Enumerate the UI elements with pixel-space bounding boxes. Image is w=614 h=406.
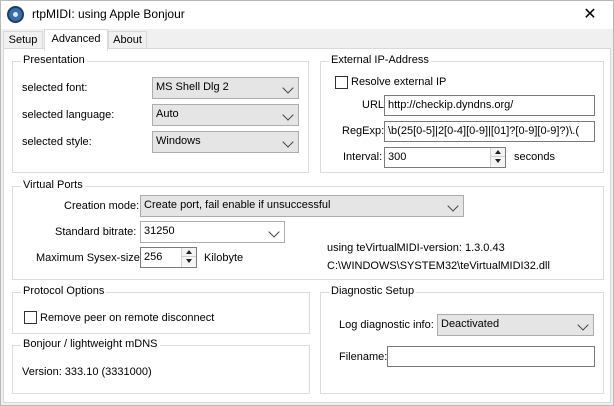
external-ip-group-title: External IP-Address: [329, 54, 431, 66]
external-ip-group: External IP-Address Resolve external IP …: [320, 54, 604, 173]
close-button[interactable]: ✕: [567, 1, 613, 29]
spin-up-icon[interactable]: [182, 248, 196, 257]
interval-unit: seconds: [514, 151, 555, 163]
app-window: rtpMIDI: using Apple Bonjour ✕ Setup Adv…: [0, 0, 614, 406]
bonjour-group-title: Bonjour / lightweight mDNS: [21, 338, 160, 350]
regexp-label: RegExp:: [342, 125, 385, 137]
style-select-value: Windows: [156, 135, 201, 147]
regexp-input-value: \b(25[0-5]|2[0-4][0-9]|[01]?[0-9][0-9]?)…: [388, 125, 579, 137]
remove-peer-checkbox[interactable]: [24, 311, 37, 324]
creation-mode-label: Creation mode:: [64, 200, 140, 212]
window-title: rtpMIDI: using Apple Bonjour: [32, 7, 185, 21]
virtualmidi-dll-path: C:\WINDOWS\SYSTEM32\teVirtualMIDI32.dll: [327, 260, 550, 272]
sysex-spin-buttons: [181, 248, 196, 267]
font-select-value: MS Shell Dlg 2: [156, 81, 229, 93]
remove-peer-label: Remove peer on remote disconnect: [40, 312, 215, 324]
interval-value: 300: [388, 151, 407, 163]
creation-mode-value: Create port, fail enable if unsuccessful: [144, 199, 331, 211]
interval-label: Interval:: [343, 151, 383, 163]
url-input-value: http://checkip.dyndns.org/: [388, 99, 514, 111]
chevron-down-icon: [282, 82, 294, 94]
standard-bitrate-select[interactable]: 31250: [140, 221, 285, 243]
standard-bitrate-value: 31250: [144, 225, 175, 237]
chevron-down-icon: [268, 226, 280, 238]
resolve-external-ip-label: Resolve external IP: [351, 76, 447, 88]
max-sysex-size-unit: Kilobyte: [204, 252, 244, 264]
virtual-ports-group: Virtual Ports Creation mode: Create port…: [12, 179, 604, 280]
diagnostic-setup-group: Diagnostic Setup Log diagnostic info: De…: [320, 285, 604, 394]
protocol-options-group-title: Protocol Options: [21, 285, 107, 297]
spin-down-icon[interactable]: [182, 257, 196, 266]
creation-mode-select[interactable]: Create port, fail enable if unsuccessful: [140, 195, 464, 217]
style-select[interactable]: Windows: [152, 131, 299, 153]
filename-input[interactable]: [387, 346, 595, 367]
interval-spin-buttons: [490, 148, 505, 167]
log-diagnostic-label: Log diagnostic info:: [339, 319, 434, 331]
chevron-down-icon: [447, 200, 459, 212]
resolve-external-ip-checkbox[interactable]: [335, 76, 348, 89]
diagnostic-setup-group-title: Diagnostic Setup: [329, 285, 417, 297]
interval-spinbox[interactable]: 300: [384, 147, 506, 168]
presentation-group: Presentation selected font: MS Shell Dlg…: [12, 54, 309, 173]
chevron-down-icon: [282, 109, 294, 121]
filename-label: Filename:: [339, 351, 388, 363]
language-select[interactable]: Auto: [152, 104, 299, 126]
spin-up-icon[interactable]: [491, 148, 505, 157]
rtpmidi-app-icon: [7, 6, 24, 23]
language-label: selected language:: [22, 109, 115, 121]
tab-advanced[interactable]: Advanced: [44, 29, 108, 51]
advanced-tab-panel: Presentation selected font: MS Shell Dlg…: [3, 48, 611, 403]
bonjour-group: Bonjour / lightweight mDNS Version: 333.…: [12, 338, 310, 394]
chevron-down-icon: [577, 319, 589, 331]
log-diagnostic-value: Deactivated: [441, 318, 500, 330]
spin-down-icon[interactable]: [491, 157, 505, 166]
bonjour-version-text: Version: 333.10 (3331000): [22, 366, 152, 378]
log-diagnostic-select[interactable]: Deactivated: [437, 314, 594, 336]
language-select-value: Auto: [156, 108, 179, 120]
virtual-ports-group-title: Virtual Ports: [21, 179, 85, 191]
url-input[interactable]: http://checkip.dyndns.org/: [384, 95, 595, 116]
title-bar: rtpMIDI: using Apple Bonjour ✕: [1, 1, 613, 29]
max-sysex-size-label: Maximum Sysex-size:: [36, 252, 143, 264]
style-label: selected style:: [22, 136, 92, 148]
standard-bitrate-label: Standard bitrate:: [55, 226, 137, 238]
virtualmidi-version-text: using teVirtualMIDI-version: 1.3.0.43: [327, 242, 505, 254]
protocol-options-group: Protocol Options Remove peer on remote d…: [12, 285, 310, 334]
max-sysex-size-value: 256: [144, 251, 163, 263]
presentation-group-title: Presentation: [21, 54, 87, 66]
font-label: selected font:: [22, 82, 88, 94]
chevron-down-icon: [282, 136, 294, 148]
font-select[interactable]: MS Shell Dlg 2: [152, 77, 299, 99]
regexp-input[interactable]: \b(25[0-5]|2[0-4][0-9]|[01]?[0-9][0-9]?)…: [384, 121, 595, 142]
max-sysex-size-spinbox[interactable]: 256: [140, 247, 197, 268]
